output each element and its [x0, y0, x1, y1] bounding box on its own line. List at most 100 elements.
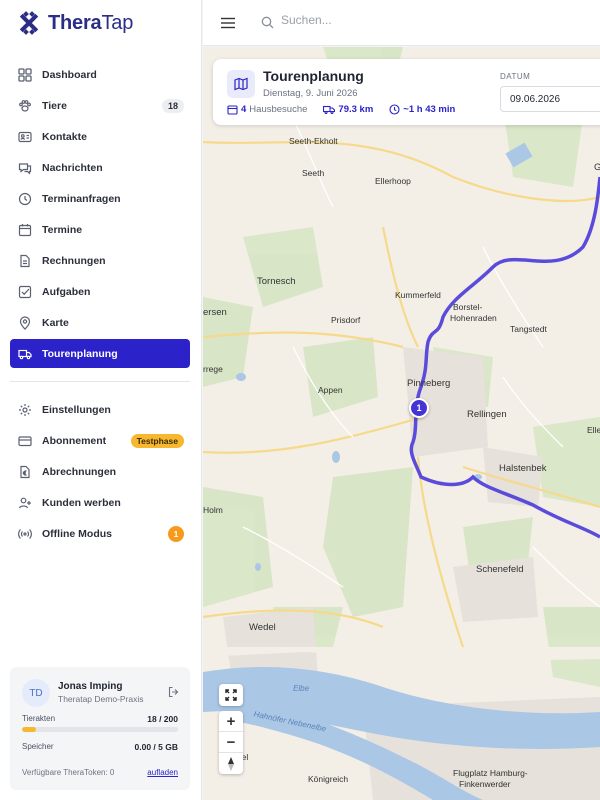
- logo[interactable]: TheraTap: [16, 10, 133, 36]
- sidebar-item-termine[interactable]: Termine: [10, 215, 190, 244]
- place-label: Rellingen: [467, 409, 507, 420]
- tierakten-label: Tierakten: [22, 714, 56, 723]
- route-map[interactable]: Seeth-Ekholt Seeth Ellerhoop Tornesch Ku…: [203, 47, 600, 800]
- sidebar-item-einstellungen[interactable]: Einstellungen: [10, 395, 190, 424]
- sidebar-item-label: Terminanfragen: [42, 192, 121, 205]
- zoom-out-button[interactable]: −: [219, 732, 243, 753]
- place-label: Prisdorf: [331, 315, 361, 325]
- search-input[interactable]: [281, 13, 481, 27]
- fullscreen-button[interactable]: [219, 684, 243, 706]
- grid-icon: [16, 66, 34, 84]
- visits-label: Hausbesuche: [249, 104, 308, 115]
- place-label: Tornesch: [257, 276, 296, 287]
- paw-icon: [16, 97, 34, 115]
- document-icon: [16, 252, 34, 270]
- search-icon: [261, 16, 274, 34]
- date-input[interactable]: [500, 86, 600, 112]
- calendar-icon: [16, 221, 34, 239]
- map-icon: [227, 70, 255, 98]
- route-stop-marker[interactable]: 1: [409, 398, 429, 418]
- compass-icon: [228, 756, 234, 771]
- sidebar-item-aufgaben[interactable]: Aufgaben: [10, 277, 190, 306]
- checkbox-icon: [16, 283, 34, 301]
- truck-icon: [16, 345, 34, 363]
- place-label: Elle: [587, 425, 600, 435]
- sidebar-item-label: Offline Modus: [42, 527, 112, 540]
- place-label: Wedel: [249, 622, 276, 633]
- place-label: rrege: [203, 364, 223, 374]
- sidebar-item-terminanfragen[interactable]: Terminanfragen: [10, 184, 190, 213]
- sidebar-item-offline-modus[interactable]: Offline Modus 1: [10, 519, 190, 548]
- place-label: Königreich: [308, 774, 349, 784]
- sidebar-item-label: Tiere: [42, 99, 67, 112]
- map-canvas: [203, 47, 600, 800]
- sidebar-item-label: Tourenplanung: [42, 347, 118, 360]
- contact-card-icon: [16, 128, 34, 146]
- speicher-label: Speicher: [22, 742, 54, 751]
- tour-date-text: Dienstag, 9. Juni 2026: [263, 88, 358, 99]
- sidebar-item-kunden-werben[interactable]: Kunden werben: [10, 488, 190, 517]
- testphase-badge: Testphase: [130, 434, 184, 448]
- hamburger-icon[interactable]: [221, 16, 235, 34]
- user-name: Jonas Imping: [58, 681, 123, 692]
- place-label: Seeth: [302, 168, 325, 178]
- logout-icon[interactable]: [168, 685, 180, 703]
- sidebar-item-abrechnungen[interactable]: Abrechnungen: [10, 457, 190, 486]
- sidebar-item-nachrichten[interactable]: Nachrichten: [10, 153, 190, 182]
- sidebar-nav: Dashboard Tiere 18 Kontakte Nachrichten …: [10, 60, 190, 550]
- sidebar: TheraTap Dashboard Tiere 18 Kontakte Nac…: [0, 0, 202, 800]
- zoom-in-button[interactable]: +: [219, 711, 243, 732]
- sidebar-item-abonnement[interactable]: Abonnement Testphase: [10, 426, 190, 455]
- sidebar-item-tiere[interactable]: Tiere 18: [10, 91, 190, 120]
- sidebar-item-tourenplanung[interactable]: Tourenplanung: [10, 339, 190, 368]
- tierakten-value: 18 / 200: [147, 714, 178, 724]
- aufladen-link[interactable]: aufladen: [147, 768, 178, 777]
- chat-icon: [16, 159, 34, 177]
- tierakten-progress: [22, 727, 178, 732]
- tiere-count-badge: 18: [161, 99, 184, 113]
- sidebar-item-label: Kunden werben: [42, 496, 121, 509]
- clock-icon: [389, 104, 400, 115]
- place-label: Holm: [203, 505, 223, 515]
- theratoken-text: Verfügbare TheraToken: 0: [22, 768, 115, 777]
- theratap-logo-icon: [19, 11, 39, 35]
- sidebar-divider: [10, 381, 190, 382]
- tour-summary-card: Tourenplanung Dienstag, 9. Juni 2026 4 H…: [213, 59, 600, 125]
- visits-stat: 4 Hausbesuche: [227, 104, 307, 115]
- sidebar-item-label: Einstellungen: [42, 403, 111, 416]
- speicher-value: 0.00 / 5 GB: [134, 742, 178, 752]
- clock-icon: [16, 190, 34, 208]
- sidebar-item-label: Nachrichten: [42, 161, 103, 174]
- place-label: Seeth-Ekholt: [289, 136, 338, 146]
- place-label: G: [594, 162, 600, 173]
- place-label: Schenefeld: [476, 564, 524, 575]
- add-user-icon: [16, 494, 34, 512]
- sidebar-item-label: Abrechnungen: [42, 465, 117, 478]
- offline-count-badge: 1: [168, 526, 184, 542]
- visits-count: 4: [241, 104, 247, 115]
- sidebar-item-rechnungen[interactable]: Rechnungen: [10, 246, 190, 275]
- place-label: Tangstedt: [510, 324, 547, 334]
- credit-card-icon: [16, 432, 34, 450]
- sidebar-item-kontakte[interactable]: Kontakte: [10, 122, 190, 151]
- sidebar-item-label: Dashboard: [42, 68, 97, 81]
- sidebar-item-karte[interactable]: Karte: [10, 308, 190, 337]
- duration-value: ~1 h 43 min: [403, 104, 456, 115]
- sidebar-item-label: Aufgaben: [42, 285, 91, 298]
- place-label: Halstenbek: [499, 463, 547, 474]
- place-label: Ellerhoop: [375, 176, 411, 186]
- compass-button[interactable]: [219, 753, 243, 774]
- place-label: Pinneberg: [407, 378, 451, 389]
- user-practice: Theratap Demo-Praxis: [58, 694, 144, 704]
- tierakten-progress-fill: [22, 727, 37, 732]
- zoom-controls: + −: [219, 711, 243, 774]
- datum-label: DATUM: [500, 72, 531, 81]
- sidebar-item-dashboard[interactable]: Dashboard: [10, 60, 190, 89]
- euro-icon: [16, 463, 34, 481]
- distance-value: 79.3 km: [338, 104, 374, 115]
- place-label: Hohenraden: [450, 313, 497, 323]
- tour-title: Tourenplanung: [263, 68, 364, 84]
- avatar[interactable]: TD: [22, 679, 50, 707]
- place-label: Borstel-: [453, 302, 483, 312]
- sidebar-item-label: Termine: [42, 223, 83, 236]
